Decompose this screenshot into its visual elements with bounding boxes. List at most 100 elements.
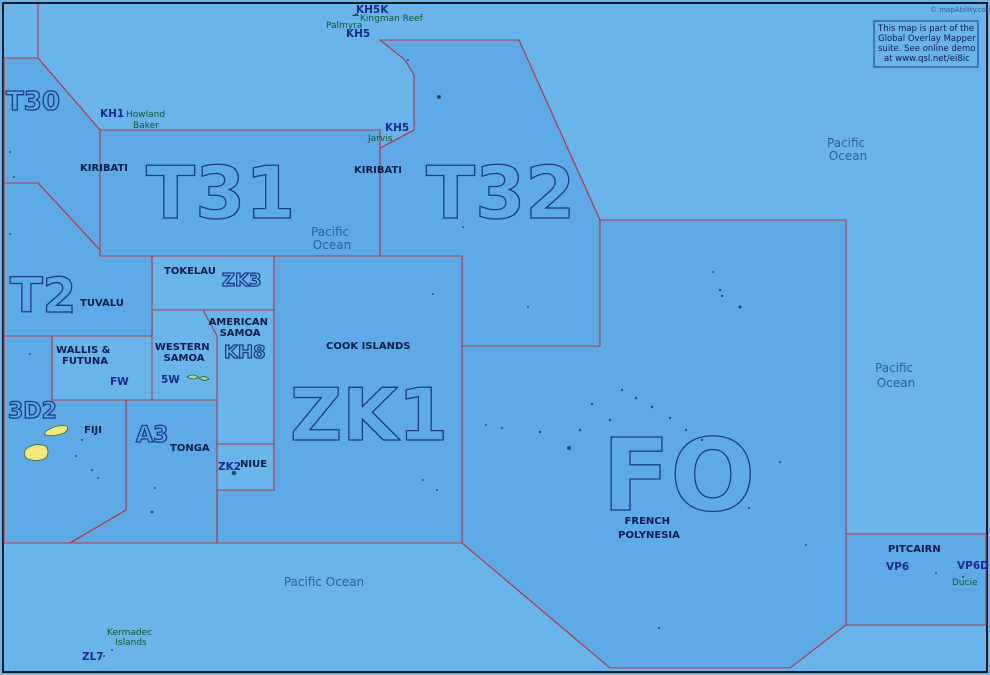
atoll bbox=[578, 428, 582, 432]
zone-a3-label: A3 bbox=[136, 423, 168, 448]
country-niue: NIUE bbox=[240, 459, 267, 470]
atoll bbox=[103, 655, 105, 657]
atoll bbox=[485, 424, 487, 426]
atoll bbox=[432, 293, 434, 295]
atoll bbox=[590, 402, 594, 406]
atoll bbox=[700, 438, 704, 442]
country-label-line: POLYNESIA bbox=[618, 530, 680, 541]
zone-zk1-label: ZK1 bbox=[290, 373, 448, 457]
atoll bbox=[712, 271, 714, 273]
atoll bbox=[668, 416, 672, 420]
country-fiji: FIJI bbox=[84, 425, 102, 436]
info-note-line: Global Overlay Mapper bbox=[878, 34, 976, 44]
ocean-label-right: Pacific Ocean bbox=[875, 361, 917, 390]
atoll bbox=[422, 479, 424, 481]
atoll bbox=[13, 176, 15, 178]
country-wallis-futuna: WALLIS & FUTUNA bbox=[56, 345, 114, 367]
atoll bbox=[436, 489, 438, 491]
zone-t32-label: T32 bbox=[426, 151, 575, 235]
atoll bbox=[567, 446, 571, 450]
zone-t30-label: T30 bbox=[6, 87, 60, 117]
atoll bbox=[501, 427, 503, 429]
country-label-line: AMERICAN bbox=[209, 317, 268, 328]
prefix-kh5-jarvis: KH5 bbox=[385, 122, 409, 134]
prefix-zl7: ZL7 bbox=[82, 651, 104, 663]
ocean-label-line: Pacific bbox=[827, 136, 865, 150]
island-baker: Baker bbox=[133, 121, 159, 131]
zone-t2-label: T2 bbox=[10, 268, 76, 324]
atoll bbox=[29, 353, 31, 355]
country-tokelau: TOKELAU bbox=[164, 266, 216, 277]
atoll bbox=[97, 477, 99, 479]
country-label-line: FRENCH bbox=[625, 516, 670, 527]
info-note-line: at www.qsl.net/ei8ic bbox=[884, 54, 970, 64]
atoll bbox=[111, 649, 113, 651]
atoll bbox=[462, 226, 464, 228]
atoll bbox=[407, 59, 409, 61]
atoll bbox=[805, 544, 807, 546]
ocean-label-top-right: Pacific Ocean bbox=[827, 136, 869, 163]
country-label-line: FUTUNA bbox=[62, 356, 108, 367]
atoll bbox=[150, 510, 154, 514]
ocean-label-line: Ocean bbox=[313, 238, 351, 252]
country-label-line: SAMOA bbox=[164, 353, 205, 364]
country-kiribati-west: KIRIBATI bbox=[80, 163, 128, 174]
prefix-kh1: KH1 bbox=[100, 108, 124, 120]
island-kingman-reef: Kingman Reef bbox=[360, 14, 424, 24]
atoll bbox=[231, 470, 237, 476]
atoll bbox=[75, 455, 77, 457]
country-label-line: WALLIS & bbox=[56, 345, 110, 356]
atoll bbox=[154, 487, 156, 489]
atoll bbox=[608, 418, 612, 422]
atoll bbox=[650, 405, 654, 409]
atoll bbox=[935, 572, 937, 574]
ocean-label-line: Ocean bbox=[877, 376, 915, 390]
ocean-label-line: Ocean bbox=[829, 149, 867, 163]
info-note-line: This map is part of the bbox=[877, 24, 974, 34]
prefix-zk2: ZK2 bbox=[218, 461, 241, 473]
info-note: This map is part of the Global Overlay M… bbox=[877, 24, 978, 64]
ocean-label-line: Pacific bbox=[875, 361, 913, 375]
island-label-line: Islands bbox=[115, 638, 147, 648]
atoll bbox=[738, 305, 742, 309]
atoll bbox=[437, 95, 441, 99]
zone-zk3-label: ZK3 bbox=[222, 270, 262, 291]
atoll bbox=[718, 288, 722, 292]
atoll bbox=[9, 233, 11, 235]
watermark: © mapAbility.com bbox=[930, 6, 990, 14]
zone-kh8-label: KH8 bbox=[224, 342, 266, 363]
atoll bbox=[91, 469, 93, 471]
info-note-line: suite. See online demo bbox=[878, 44, 975, 54]
zone-3d2-label: 3D2 bbox=[8, 399, 57, 424]
prefix-vp6: VP6 bbox=[886, 561, 909, 573]
atoll bbox=[71, 312, 73, 314]
prefix-5w: 5W bbox=[161, 374, 180, 386]
country-cook-islands: COOK ISLANDS bbox=[326, 341, 410, 352]
zone-t31-label: T31 bbox=[146, 151, 295, 235]
island-jarvis: Jarvis bbox=[367, 134, 393, 144]
atoll bbox=[81, 439, 83, 441]
ocean-label-bottom: Pacific Ocean bbox=[284, 575, 364, 589]
atoll bbox=[9, 151, 11, 153]
ocean-label-line: Pacific bbox=[311, 225, 349, 239]
atoll bbox=[684, 428, 688, 432]
map-canvas: T30 T31 T32 T2 3D2 A3 ZK1 FO ZK3 KH8 Pac… bbox=[0, 0, 990, 675]
island-howland: Howland bbox=[126, 110, 165, 120]
atoll bbox=[620, 388, 624, 392]
atoll bbox=[658, 627, 660, 629]
island-label-line: Kermadec bbox=[107, 628, 152, 638]
atoll bbox=[962, 576, 964, 578]
atoll bbox=[720, 294, 724, 298]
country-label-line: WESTERN bbox=[155, 342, 210, 353]
atoll bbox=[779, 461, 781, 463]
country-pitcairn: PITCAIRN bbox=[888, 544, 941, 555]
country-label-line: SAMOA bbox=[220, 328, 261, 339]
atoll bbox=[634, 396, 638, 400]
atoll bbox=[748, 507, 750, 509]
country-tonga: TONGA bbox=[170, 443, 210, 454]
country-western-samoa: WESTERN SAMOA bbox=[155, 342, 213, 364]
country-kiribati-east: KIRIBATI bbox=[354, 165, 402, 176]
country-tuvalu: TUVALU bbox=[80, 298, 124, 309]
atoll bbox=[538, 430, 542, 434]
ocean-label-center: Pacific Ocean bbox=[311, 225, 353, 252]
